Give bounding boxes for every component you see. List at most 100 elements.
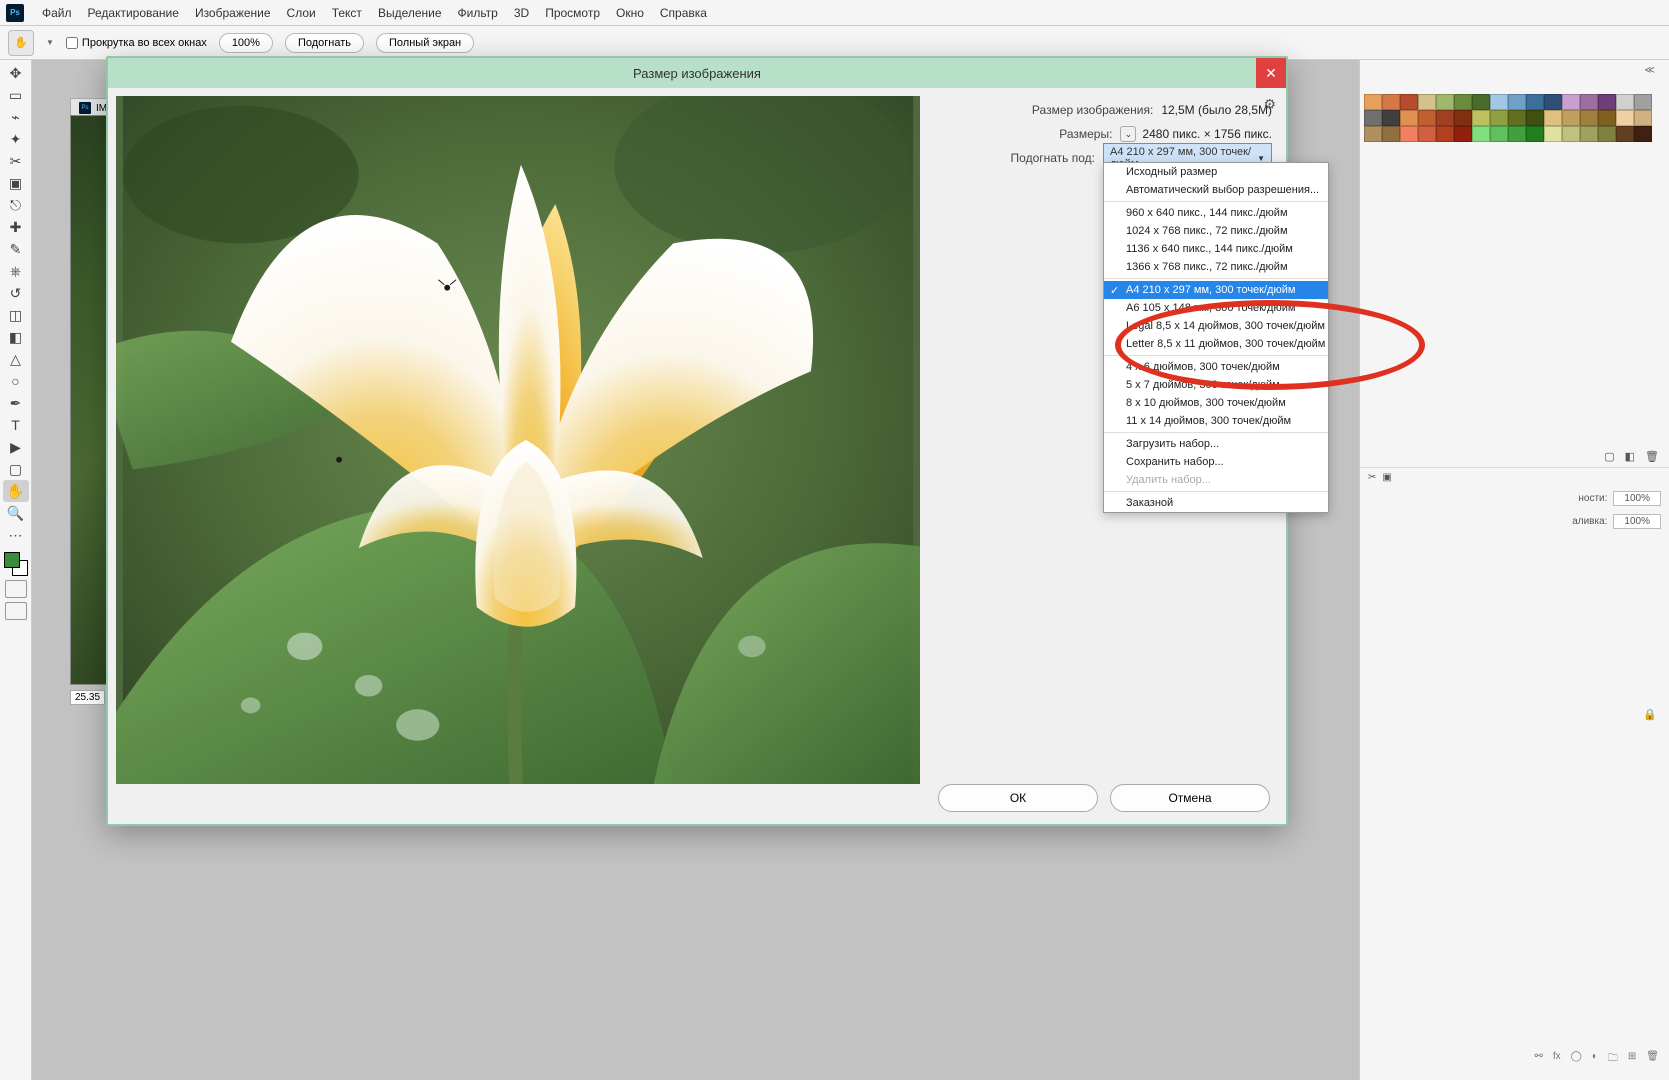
swatch[interactable] xyxy=(1598,110,1616,126)
swatch[interactable] xyxy=(1580,110,1598,126)
magic-wand-tool[interactable]: ✦ xyxy=(3,128,29,150)
menu-Фильтр[interactable]: Фильтр xyxy=(450,6,506,20)
color-selector[interactable] xyxy=(4,552,28,576)
swatch[interactable] xyxy=(1598,94,1616,110)
fit-preset-dropdown[interactable]: A4 210 x 297 мм, 300 точек/дюйм ▼ Исходн… xyxy=(1103,143,1272,173)
swatch[interactable] xyxy=(1418,94,1436,110)
crop-tool[interactable]: ✂ xyxy=(3,150,29,172)
swatch[interactable] xyxy=(1508,126,1526,142)
preset-item[interactable]: Legal 8,5 x 14 дюймов, 300 точек/дюйм xyxy=(1104,317,1328,335)
swatch[interactable] xyxy=(1526,110,1544,126)
history-brush-tool[interactable]: ↺ xyxy=(3,282,29,304)
swatch[interactable] xyxy=(1580,94,1598,110)
swatch[interactable] xyxy=(1508,110,1526,126)
preset-load[interactable]: Загрузить набор... xyxy=(1104,435,1328,453)
eraser-tool[interactable]: ◫ xyxy=(3,304,29,326)
gradient-tool[interactable]: ◧ xyxy=(3,326,29,348)
swatch[interactable] xyxy=(1382,94,1400,110)
mask-icon[interactable]: ▣ xyxy=(1382,472,1391,483)
close-button[interactable]: ✕ xyxy=(1256,58,1286,88)
lock-icon[interactable]: 🔒 xyxy=(1643,708,1657,721)
zoom-value[interactable]: 100% xyxy=(219,33,273,53)
swatch[interactable] xyxy=(1634,126,1652,142)
menu-Выделение[interactable]: Выделение xyxy=(370,6,450,20)
brush-tool[interactable]: ✎ xyxy=(3,238,29,260)
preset-item[interactable]: 4 x 6 дюймов, 300 точек/дюйм xyxy=(1104,358,1328,376)
swatch[interactable] xyxy=(1634,94,1652,110)
preset-item[interactable]: 960 x 640 пикс., 144 пикс./дюйм xyxy=(1104,204,1328,222)
hand-tool-icon[interactable]: ✋ xyxy=(8,30,34,56)
zoom-tool[interactable]: 🔍 xyxy=(3,502,29,524)
swatch[interactable] xyxy=(1490,94,1508,110)
preset-item[interactable]: A6 105 x 148 мм, 300 точек/дюйм xyxy=(1104,299,1328,317)
swatch[interactable] xyxy=(1490,110,1508,126)
swatch[interactable] xyxy=(1544,110,1562,126)
swatch[interactable] xyxy=(1580,126,1598,142)
menu-Просмотр[interactable]: Просмотр xyxy=(537,6,608,20)
swatch[interactable] xyxy=(1364,126,1382,142)
menu-Текст[interactable]: Текст xyxy=(324,6,370,20)
healing-tool[interactable]: ✚ xyxy=(3,216,29,238)
swatch[interactable] xyxy=(1364,94,1382,110)
dodge-tool[interactable]: ○ xyxy=(3,370,29,392)
chevron-down-icon[interactable]: ▼ xyxy=(46,38,54,47)
swatch[interactable] xyxy=(1616,94,1634,110)
swatch[interactable] xyxy=(1562,110,1580,126)
marquee-tool[interactable]: ▭ xyxy=(3,84,29,106)
swatch[interactable] xyxy=(1418,110,1436,126)
swatch[interactable] xyxy=(1382,110,1400,126)
swatch[interactable] xyxy=(1472,94,1490,110)
screenmode-toggle[interactable] xyxy=(5,602,27,620)
menu-Слои[interactable]: Слои xyxy=(279,6,324,20)
cancel-button[interactable]: Отмена xyxy=(1110,784,1270,812)
swatch[interactable] xyxy=(1436,126,1454,142)
swatch[interactable] xyxy=(1616,110,1634,126)
menu-Редактирование[interactable]: Редактирование xyxy=(80,6,187,20)
preset-custom[interactable]: Заказной xyxy=(1104,494,1328,512)
swatch[interactable] xyxy=(1526,126,1544,142)
trash-icon[interactable]: 🗑 xyxy=(1646,1051,1659,1068)
swatch[interactable] xyxy=(1472,110,1490,126)
swatch[interactable] xyxy=(1382,126,1400,142)
swatch[interactable] xyxy=(1364,110,1382,126)
shape-tool[interactable]: ▢ xyxy=(3,458,29,480)
swatch[interactable] xyxy=(1598,126,1616,142)
zoom-percent[interactable]: 25.35 xyxy=(70,690,105,705)
quickmask-toggle[interactable] xyxy=(5,580,27,598)
swatch[interactable] xyxy=(1418,126,1436,142)
type-tool[interactable]: T xyxy=(3,414,29,436)
mask-icon[interactable]: ◯ xyxy=(1571,1051,1582,1068)
swatch[interactable] xyxy=(1472,126,1490,142)
fit-button[interactable]: Подогнать xyxy=(285,33,364,53)
preset-item[interactable]: 1024 x 768 пикс., 72 пикс./дюйм xyxy=(1104,222,1328,240)
swatch[interactable] xyxy=(1454,94,1472,110)
panel-icon[interactable]: ◧ xyxy=(1625,450,1635,463)
preset-item[interactable]: 5 x 7 дюймов, 300 точек/дюйм xyxy=(1104,376,1328,394)
stamp-tool[interactable]: ⎈ xyxy=(3,260,29,282)
menu-Файл[interactable]: Файл xyxy=(34,6,80,20)
swatch[interactable] xyxy=(1490,126,1508,142)
opacity-value[interactable]: 100% xyxy=(1613,491,1661,506)
ok-button[interactable]: ОК xyxy=(938,784,1098,812)
swatch[interactable] xyxy=(1400,110,1418,126)
crop-icon[interactable]: ✂ xyxy=(1368,472,1376,483)
swatch[interactable] xyxy=(1400,126,1418,142)
preset-item[interactable]: Letter 8,5 x 11 дюймов, 300 точек/дюйм xyxy=(1104,335,1328,353)
eyedropper-tool[interactable]: ⎋ xyxy=(3,194,29,216)
hand-tool[interactable]: ✋ xyxy=(3,480,29,502)
link-icon[interactable]: ⚯ xyxy=(1534,1051,1542,1068)
collapse-panels-icon[interactable]: ≪ xyxy=(1360,60,1669,80)
lasso-tool[interactable]: ⌁ xyxy=(3,106,29,128)
swatch[interactable] xyxy=(1634,110,1652,126)
blur-tool[interactable]: △ xyxy=(3,348,29,370)
preset-item[interactable]: 1366 x 768 пикс., 72 пикс./дюйм xyxy=(1104,258,1328,276)
menu-Изображение[interactable]: Изображение xyxy=(187,6,279,20)
swatch[interactable] xyxy=(1454,126,1472,142)
preset-save[interactable]: Сохранить набор... xyxy=(1104,453,1328,471)
swatch[interactable] xyxy=(1508,94,1526,110)
swatch[interactable] xyxy=(1562,94,1580,110)
scroll-all-checkbox[interactable]: Прокрутка во всех окнах xyxy=(66,37,207,49)
menu-Окно[interactable]: Окно xyxy=(608,6,652,20)
trash-icon[interactable]: 🗑 xyxy=(1645,450,1659,463)
swatch[interactable] xyxy=(1436,94,1454,110)
